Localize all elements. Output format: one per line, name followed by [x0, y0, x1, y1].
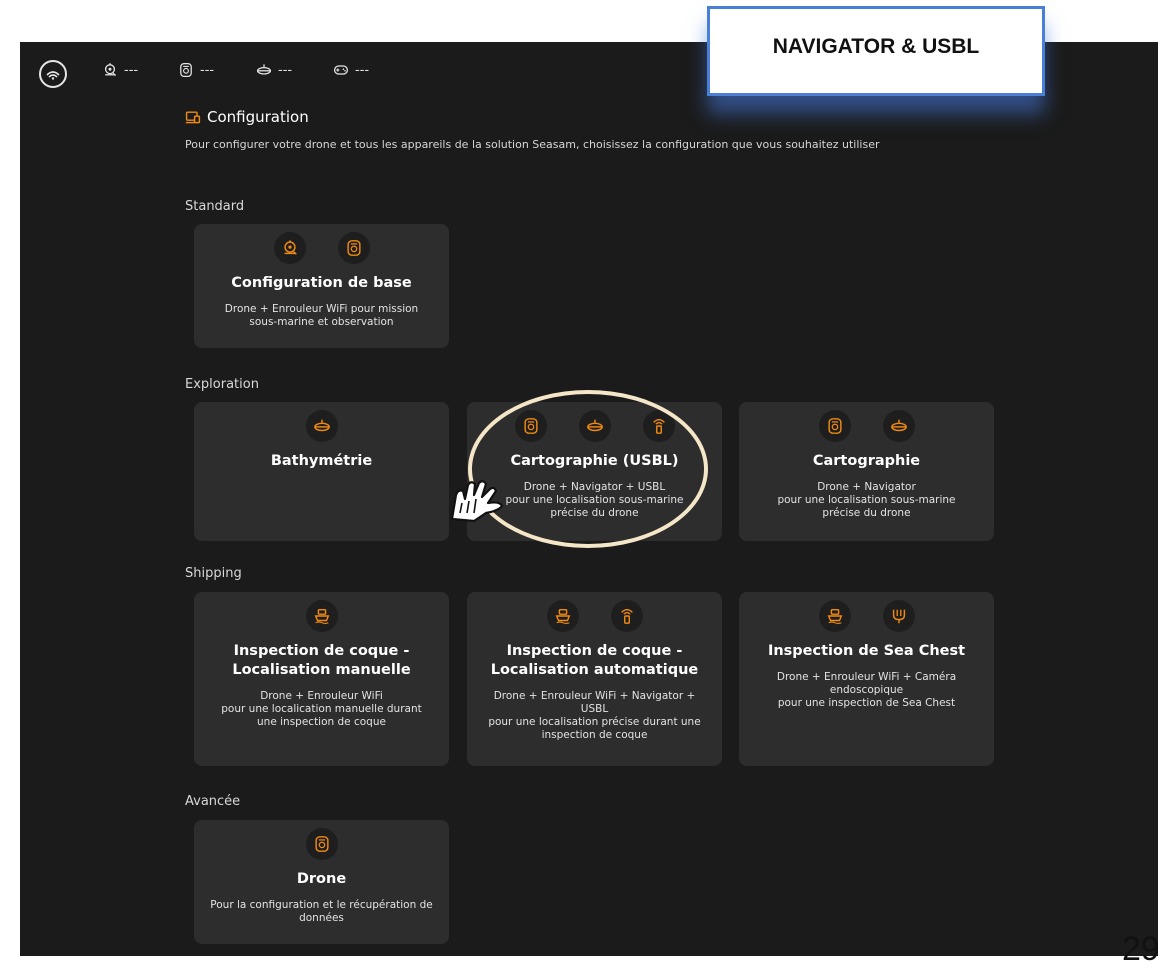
status-reel-value: --- [200, 62, 215, 78]
card-inspection-coque-automatique[interactable]: Inspection de coque - Localisation autom… [467, 592, 722, 766]
drone-icon [273, 232, 306, 264]
card-inspection-coque-manuelle[interactable]: Inspection de coque - Localisation manue… [194, 592, 449, 766]
gamepad-icon [333, 62, 349, 78]
card-icons [305, 600, 338, 632]
card-drone[interactable]: Drone Pour la configuration et le récupé… [194, 820, 449, 944]
status-navigator-value: --- [278, 62, 293, 78]
status-reel: --- [178, 62, 214, 78]
page-subtitle: Pour configurer votre drone et tous les … [185, 138, 880, 151]
card-icons [546, 600, 643, 632]
status-gamepad-value: --- [355, 62, 370, 78]
card-bathymetrie[interactable]: Bathymétrie [194, 402, 449, 541]
ship-icon [818, 600, 851, 632]
navigator-icon [305, 410, 338, 442]
card-icons [305, 410, 338, 442]
status-navigator: --- [256, 62, 292, 78]
reel-icon [818, 410, 851, 442]
usbl-icon [610, 600, 643, 632]
card-description: Pour la configuration et le récupération… [210, 899, 433, 924]
page-title-text: Configuration [207, 108, 309, 126]
reel-icon [514, 410, 547, 442]
seasam-logo-mark [46, 71, 60, 80]
card-icons [514, 410, 675, 442]
card-configuration-de-base[interactable]: Configuration de base Drone + Enrouleur … [194, 224, 449, 348]
group-label-standard: Standard [185, 199, 245, 214]
card-title: Inspection de Sea Chest [767, 643, 966, 659]
card-description: Drone + Enrouleur WiFi pour une localica… [221, 690, 422, 728]
card-description: Drone + Enrouleur WiFi + Navigator + USB… [488, 690, 701, 741]
page-number: 29 [1122, 930, 1158, 968]
status-drone-value: --- [124, 62, 139, 78]
drone-icon [102, 62, 118, 78]
status-gamepad: --- [333, 62, 369, 78]
group-label-avancee: Avancée [185, 794, 241, 809]
navigator-icon [578, 410, 611, 442]
card-cartographie[interactable]: Cartographie Drone + Navigator pour une … [739, 402, 994, 541]
reel-icon [178, 62, 194, 78]
ship-icon [305, 600, 338, 632]
navigator-icon [882, 410, 915, 442]
card-title: Bathymétrie [270, 453, 373, 469]
configuration-icon [185, 109, 201, 125]
group-label-exploration: Exploration [185, 377, 259, 392]
card-title: Inspection de coque - Localisation autom… [490, 643, 699, 678]
endoscope-icon [882, 600, 915, 632]
reel-icon [337, 232, 370, 264]
ship-icon [546, 600, 579, 632]
navigator-usbl-callout: NAVIGATOR & USBL [707, 6, 1045, 96]
card-title: Drone [296, 871, 347, 887]
card-icons [305, 828, 338, 860]
seasam-logo-icon[interactable] [39, 60, 67, 88]
card-icons [273, 232, 370, 264]
card-icons [818, 410, 915, 442]
app-window: --- --- --- --- Configuration Pour confi… [20, 42, 1158, 956]
usbl-icon [642, 410, 675, 442]
card-title: Cartographie [812, 453, 921, 469]
reel-icon [305, 828, 338, 860]
card-inspection-sea-chest[interactable]: Inspection de Sea Chest Drone + Enrouleu… [739, 592, 994, 766]
group-label-shipping: Shipping [185, 566, 242, 581]
navigator-icon [256, 62, 272, 78]
card-description: Drone + Navigator + USBL pour une locali… [505, 481, 684, 519]
status-drone: --- [102, 62, 138, 78]
card-title: Cartographie (USBL) [510, 453, 679, 469]
card-description: Drone + Enrouleur WiFi pour mission sous… [224, 303, 419, 328]
card-title: Configuration de base [231, 275, 412, 291]
card-icons [818, 600, 915, 632]
card-description: Drone + Enrouleur WiFi + Caméra endoscop… [776, 671, 957, 709]
page-title: Configuration [185, 108, 309, 126]
card-title: Inspection de coque - Localisation manue… [232, 643, 411, 678]
pointing-hand-icon [450, 480, 504, 523]
card-description: Drone + Navigator pour une localisation … [777, 481, 956, 519]
